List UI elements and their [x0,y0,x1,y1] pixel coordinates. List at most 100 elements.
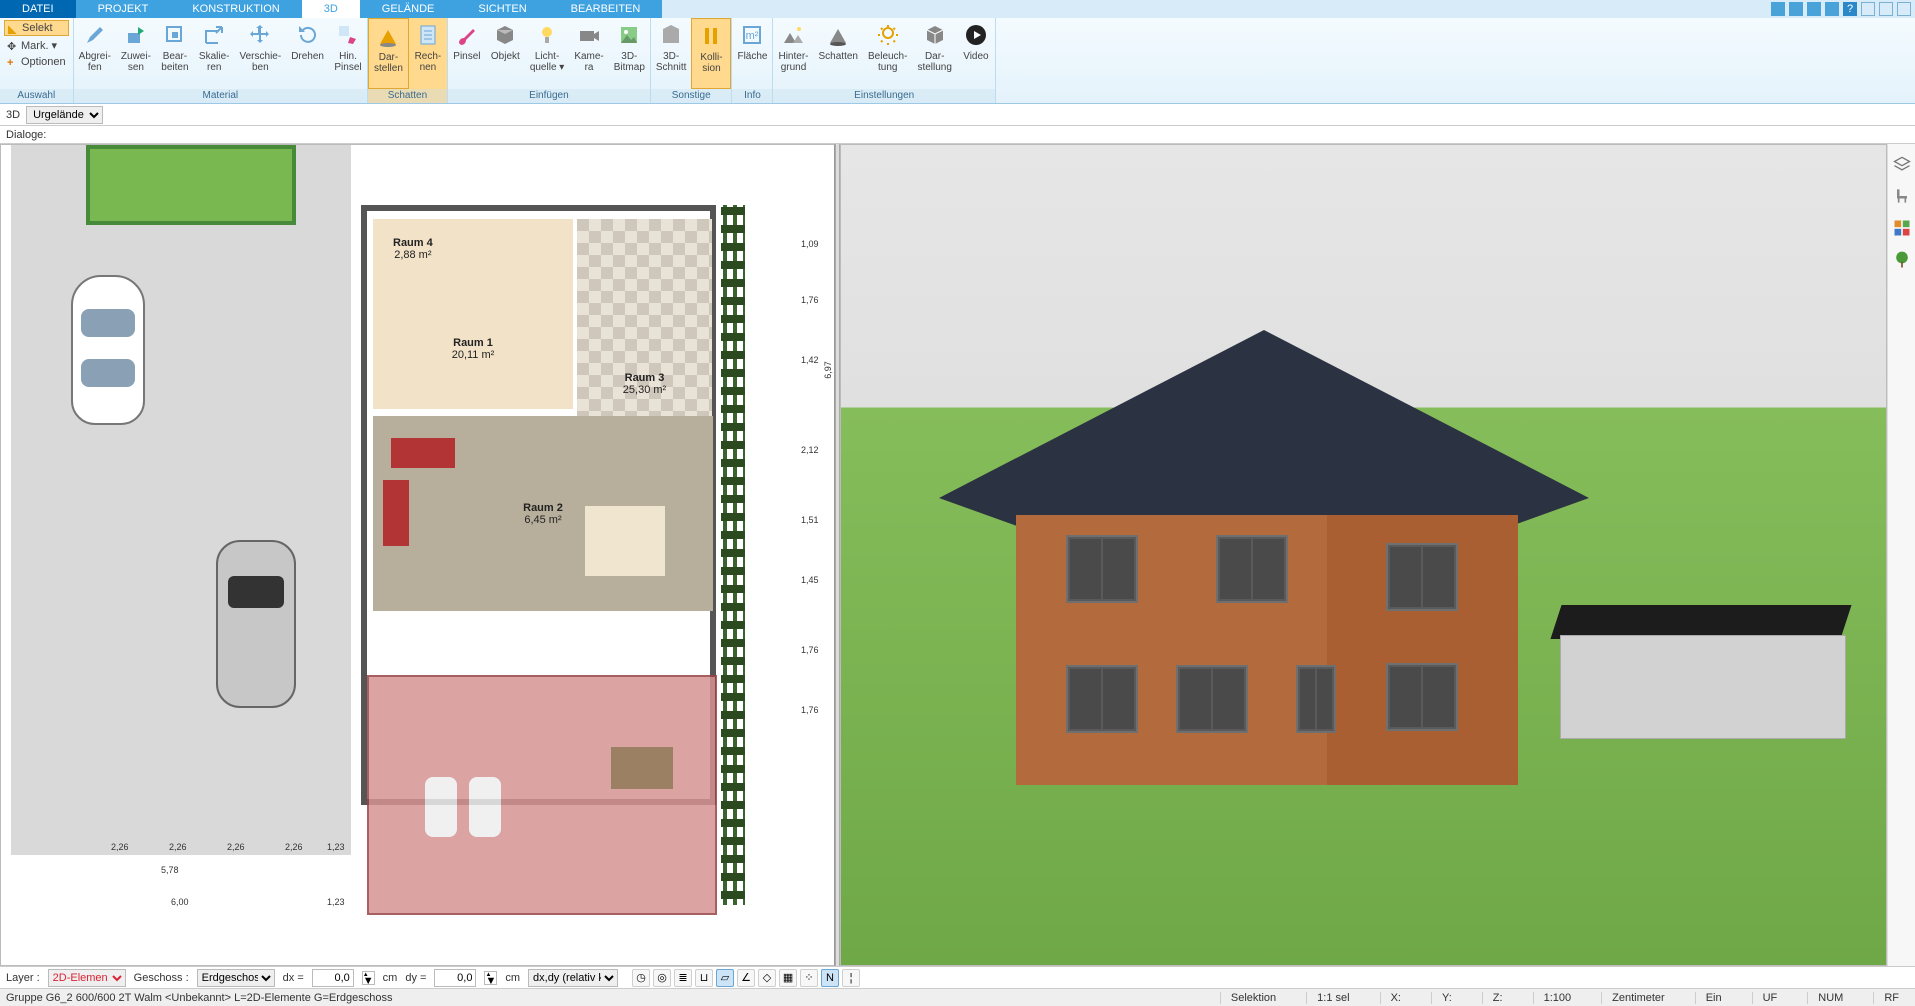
ribbon-btn-kamera[interactable]: Kame- ra [569,18,608,89]
status-x: X: [1380,992,1411,1004]
dx-input[interactable] [312,969,354,987]
ribbon-btn-lichtquelle[interactable]: Licht- quelle ▾ [525,18,570,89]
ribbon-group-info: m²Fläche Info [732,18,773,103]
stepper-icon[interactable]: ▲▼ [484,971,497,985]
snap-magnet-icon[interactable]: ⊔ [695,969,713,987]
window [1296,665,1336,733]
snap-clock-icon[interactable]: ◷ [632,969,650,987]
snap-diamond-icon[interactable]: ◇ [758,969,776,987]
mark-icon: ✥ [7,40,18,51]
ribbon-btn-hintergrund[interactable]: Hinter- grund [773,18,813,89]
dim-t-0: 5,78 [161,865,179,875]
room-2-area: 6,45 m² [524,514,561,526]
select-tool[interactable]: Selekt [4,20,69,36]
beleuchtung-icon [874,21,902,49]
snap-angle-icon[interactable]: ∠ [737,969,755,987]
status-bar: Gruppe G6_2 600/600 2T Walm <Unbekannt> … [0,988,1915,1006]
ribbon-btn-objekt[interactable]: Objekt [486,18,525,89]
menu-tab-konstruktion[interactable]: KONSTRUKTION [170,0,301,18]
ribbon-btn-pinsel[interactable]: Pinsel [448,18,486,89]
car-top-gray [216,540,296,708]
window [1066,665,1138,733]
layer-dropdown[interactable]: 2D-Elemen [48,969,126,987]
tree-icon[interactable] [1892,250,1912,270]
ribbon-btn-label: Dar- stellung [917,51,951,73]
options-tool[interactable]: + Optionen [4,55,69,69]
snap-cursor-icon[interactable]: ¦ [842,969,860,987]
win-icon-1[interactable] [1771,2,1785,16]
ribbon-btn-flaeche[interactable]: m²Fläche [732,18,772,89]
ribbon-btn-drehen[interactable]: Drehen [286,18,329,89]
bottom-toolbar: Layer : 2D-Elemen Geschoss : Erdgeschos … [0,966,1915,988]
ribbon-btn-bitmap3d[interactable]: 3D- Bitmap [609,18,650,89]
ribbon-btn-schatten-einst[interactable]: Schatten [814,18,863,89]
ribbon-btn-hin-pinsel[interactable]: Hin. Pinsel [329,18,367,89]
win-icon-3[interactable] [1807,2,1821,16]
help-icon[interactable]: ? [1843,2,1857,16]
house-wall [1016,515,1518,785]
snap-target-icon[interactable]: ◎ [653,969,671,987]
snap-grid-icon[interactable]: ▦ [779,969,797,987]
lawn-patch [86,145,296,225]
dim-b-0: 2,26 [111,842,129,852]
pinsel-icon [453,21,481,49]
ribbon-btn-beleuchtung[interactable]: Beleuch- tung [863,18,912,89]
ribbon-group-einstellungen: Hinter- grundSchattenBeleuch- tungDar- s… [773,18,995,103]
group-label-material: Material [74,89,367,103]
dx-unit: cm [383,972,398,984]
maximize-icon[interactable] [1879,2,1893,16]
close-icon[interactable] [1897,2,1911,16]
menu-tab-sichten[interactable]: SICHTEN [456,0,548,18]
stepper-icon[interactable]: ▲▼ [362,971,375,985]
ribbon-btn-abgreifen[interactable]: Abgrei- fen [74,18,116,89]
dim-b-4: 1,23 [327,842,345,852]
palette-icon[interactable] [1892,218,1912,238]
ribbon-btn-label: Dar- stellen [374,52,403,74]
menu-tab-3d[interactable]: 3D [302,0,360,18]
menu-tab-projekt[interactable]: PROJEKT [76,0,171,18]
snap-dots-icon[interactable]: ⁘ [800,969,818,987]
ribbon-btn-bearbeiten[interactable]: Bear- beiten [156,18,194,89]
chair-icon[interactable] [1892,186,1912,206]
geschoss-dropdown[interactable]: Erdgeschos [197,969,275,987]
ribbon-btn-label: Bear- beiten [161,51,188,73]
coord-mode-dropdown[interactable]: dx,dy (relativ ka [528,969,618,987]
menu-tab-bearbeiten[interactable]: BEARBEITEN [549,0,663,18]
ribbon-btn-darstellung[interactable]: Dar- stellung [912,18,956,89]
terrain-dropdown[interactable]: Urgelände [26,106,103,124]
lichtquelle-icon [533,21,561,49]
ribbon-btn-label: Drehen [291,51,324,62]
mark-tool[interactable]: ✥ Mark. ▾ [4,38,69,53]
view-3d[interactable] [840,144,1887,966]
minimize-icon[interactable] [1861,2,1875,16]
ribbon-btn-label: Verschie- ben [240,51,282,73]
win-icon-2[interactable] [1789,2,1803,16]
view-2d-plan[interactable]: Raum 4 2,88 m² Raum 1 20,11 m² Raum 3 25… [0,144,835,966]
ribbon-group-schatten: Dar- stellenRech- nen Schatten [368,18,448,103]
ribbon-btn-kollision[interactable]: Kolli- sion [691,18,731,89]
dy-input[interactable] [434,969,476,987]
rechnen-icon [414,21,442,49]
ribbon-btn-schatten-darstellen[interactable]: Dar- stellen [368,18,409,89]
ribbon-btn-rechnen[interactable]: Rech- nen [409,18,447,89]
ribbon-btn-schnitt3d[interactable]: 3D- Schnitt [651,18,692,89]
layers-icon[interactable] [1892,154,1912,174]
ribbon-btn-label: Pinsel [453,51,480,62]
ribbon-btn-video[interactable]: Video [957,18,995,89]
ribbon-btn-zuweisen[interactable]: Zuwei- sen [116,18,156,89]
snap-n-icon[interactable]: N [821,969,839,987]
mark-tool-label: Mark. [21,40,49,52]
menu-tab-datei[interactable]: DATEI [0,0,76,18]
room-1: Raum 4 2,88 m² Raum 1 20,11 m² [373,219,573,409]
options-tool-label: Optionen [21,56,66,68]
ribbon-btn-verschieben[interactable]: Verschie- ben [235,18,287,89]
snap-line-icon[interactable]: ▱ [716,969,734,987]
win-icon-4[interactable] [1825,2,1839,16]
menu-tab-gelaende[interactable]: GELÄNDE [360,0,457,18]
snap-stack-icon[interactable]: ≣ [674,969,692,987]
ribbon-btn-skalieren[interactable]: Skalie- ren [194,18,235,89]
status-unit: Zentimeter [1601,992,1675,1004]
sub-header: 3D Urgelände [0,104,1915,126]
ribbon-btn-label: Abgrei- fen [79,51,111,73]
room-1-name: Raum 1 [453,337,493,349]
